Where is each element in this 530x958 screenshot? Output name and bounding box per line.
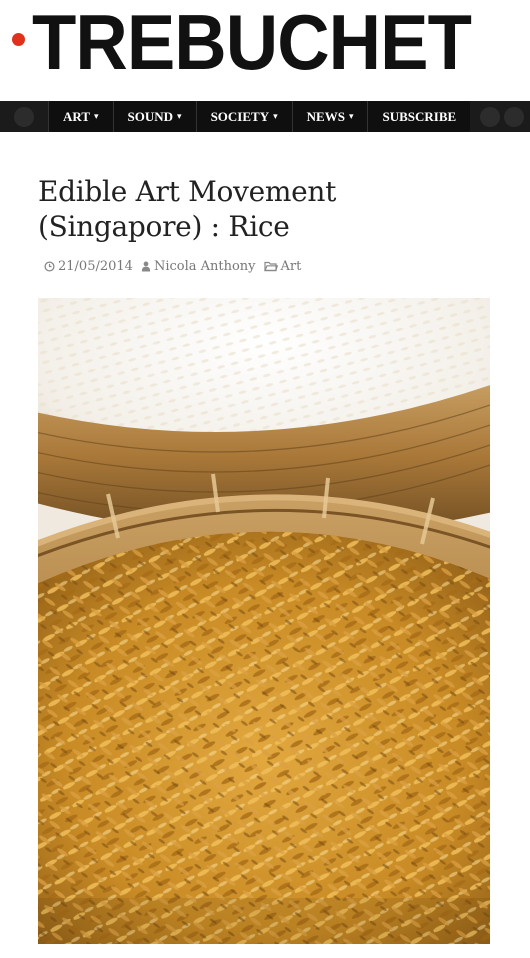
post-author[interactable]: Nicola Anthony xyxy=(141,259,256,274)
nav-item-subscribe[interactable]: SUBSCRIBE xyxy=(367,101,470,132)
nav-edge-left xyxy=(0,101,48,132)
category-link[interactable]: Art xyxy=(281,259,302,274)
article-meta: 21/05/2014 Nicola Anthony Art xyxy=(44,259,309,274)
chevron-down-icon: ▾ xyxy=(273,111,278,122)
chevron-down-icon: ▾ xyxy=(348,111,354,122)
nav-item-label: SUBSCRIBE xyxy=(382,108,457,124)
site-header: TREBUCHET xyxy=(0,0,530,100)
nav-item-sound[interactable]: SOUND ▾ xyxy=(112,101,196,132)
folder-icon xyxy=(263,261,278,272)
nav-edge-right xyxy=(470,101,530,132)
chevron-down-icon: ▾ xyxy=(94,111,99,122)
post-date: 21/05/2014 xyxy=(44,259,133,274)
nav-item-art[interactable]: ART ▾ xyxy=(48,101,113,132)
nav-item-label: NEWS xyxy=(306,108,345,124)
rice-baskets-image xyxy=(38,298,490,944)
nav-item-news[interactable]: NEWS ▾ xyxy=(291,101,368,132)
article-featured-image xyxy=(38,298,490,944)
site-logo[interactable]: TREBUCHET xyxy=(32,2,472,82)
nav-item-label: SOCIETY xyxy=(210,108,270,124)
nav-item-label: ART xyxy=(63,108,90,124)
nav-item-society[interactable]: SOCIETY ▾ xyxy=(195,101,292,132)
post-category[interactable]: Art xyxy=(263,259,302,274)
chevron-down-icon: ▾ xyxy=(177,111,182,122)
clock-icon xyxy=(44,261,55,272)
post-date-text: 21/05/2014 xyxy=(58,259,133,274)
user-icon xyxy=(141,261,151,272)
main-navigation: ART ▾ SOUND ▾ SOCIETY ▾ NEWS ▾ SUBSCRIBE xyxy=(0,101,530,132)
article-title: Edible Art Movement (Singapore) : Rice xyxy=(38,175,337,243)
nav-item-label: SOUND xyxy=(127,108,174,124)
logo-dot xyxy=(12,33,25,46)
author-link[interactable]: Nicola Anthony xyxy=(154,259,256,274)
